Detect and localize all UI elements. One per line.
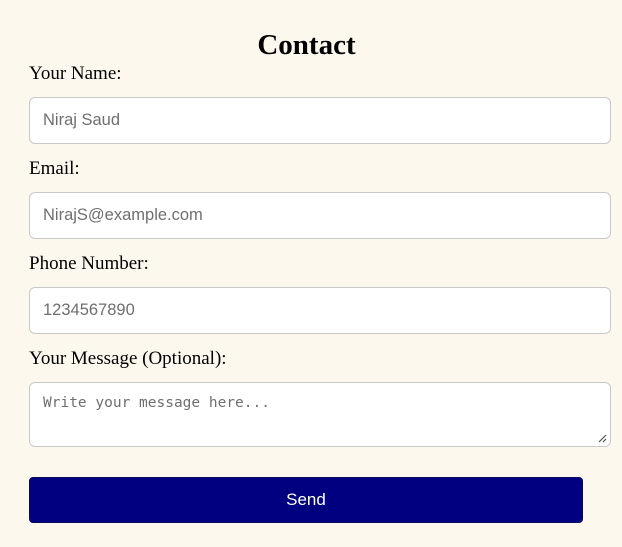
email-input[interactable]	[29, 192, 611, 239]
name-label: Your Name:	[29, 63, 122, 84]
email-label: Email:	[29, 158, 80, 179]
message-textarea[interactable]	[29, 382, 611, 447]
page-title: Contact	[257, 29, 356, 61]
send-button[interactable]: Send	[29, 477, 583, 523]
name-input[interactable]	[29, 97, 611, 144]
message-label: Your Message (Optional):	[29, 348, 227, 369]
resize-grip-icon[interactable]	[597, 433, 607, 443]
phone-input[interactable]	[29, 287, 611, 334]
phone-label: Phone Number:	[29, 253, 149, 274]
